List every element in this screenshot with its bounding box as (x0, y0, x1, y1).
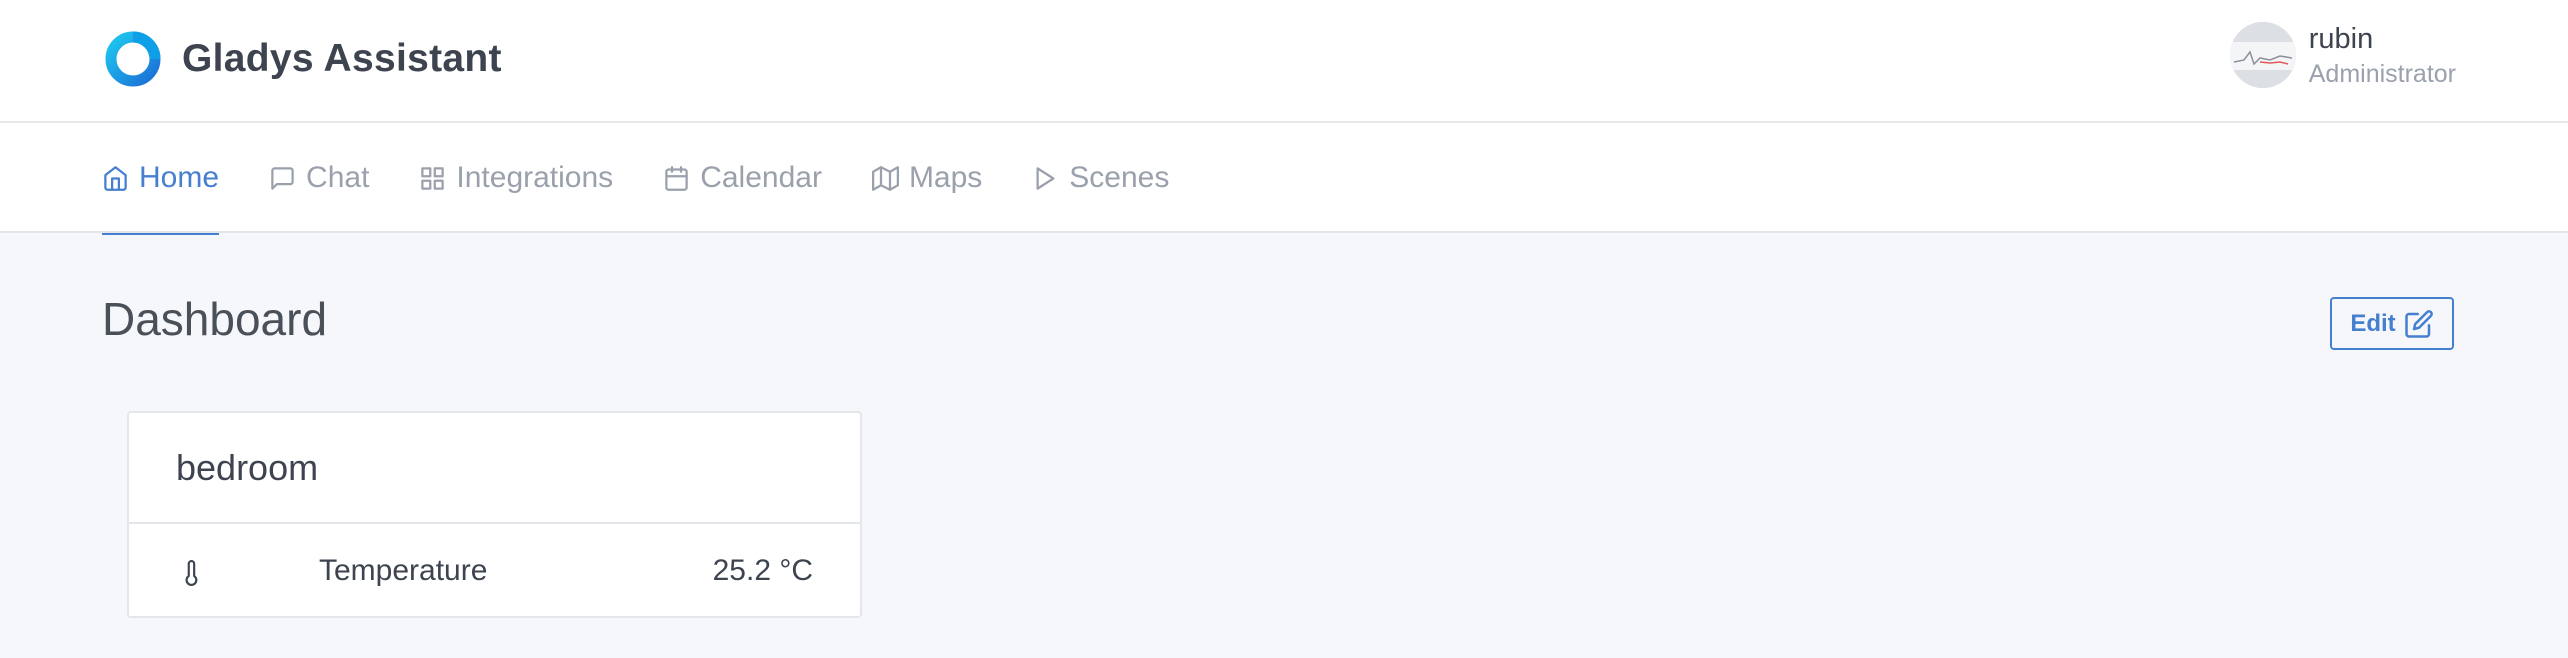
device-row: Temperature 25.2 °C (129, 524, 860, 618)
card-title: bedroom (176, 446, 319, 488)
brand-link[interactable]: Gladys Assistant (104, 28, 502, 90)
nav-item-home[interactable]: Home (102, 123, 220, 235)
grid-icon (419, 165, 446, 192)
nav-label-maps: Maps (908, 161, 983, 194)
nav-label-scenes: Scenes (1069, 161, 1170, 194)
nav-label-chat: Chat (306, 161, 370, 194)
nav-label-calendar: Calendar (700, 161, 822, 194)
map-icon (871, 165, 899, 192)
edit-button[interactable]: Edit (2330, 297, 2454, 350)
avatar-image-icon (2229, 22, 2296, 89)
chat-icon (269, 165, 296, 192)
user-name: rubin (2308, 23, 2374, 55)
main-nav: Home Chat Integrations Calendar Maps Sce… (0, 123, 2568, 235)
device-value: 25.2 °C (712, 554, 813, 587)
nav-label-integrations: Integrations (456, 161, 614, 194)
user-menu[interactable]: rubin Administrator (2229, 22, 2456, 89)
device-label: Temperature (319, 554, 488, 587)
page-title: Dashboard (102, 293, 328, 345)
gladys-logo-icon (105, 31, 161, 87)
room-card: bedroom Temperature 25.2 °C (127, 411, 862, 618)
calendar-icon (663, 165, 690, 192)
card-header: bedroom (129, 413, 860, 524)
edit-button-label: Edit (2350, 309, 2396, 337)
nav-item-scenes[interactable]: Scenes (1032, 123, 1169, 233)
nav-label-home: Home (139, 161, 220, 194)
play-icon (1032, 165, 1059, 192)
nav-item-integrations[interactable]: Integrations (419, 123, 613, 233)
user-role: Administrator (2308, 59, 2456, 88)
top-header: Gladys Assistant rubin Administrator (0, 0, 2568, 123)
thermometer-icon (179, 556, 205, 590)
nav-item-chat[interactable]: Chat (269, 123, 369, 233)
nav-item-maps[interactable]: Maps (871, 123, 983, 233)
avatar (2229, 22, 2296, 89)
nav-item-calendar[interactable]: Calendar (663, 123, 822, 233)
app-title: Gladys Assistant (182, 37, 502, 80)
home-icon (102, 165, 129, 192)
edit-icon (2404, 309, 2434, 339)
